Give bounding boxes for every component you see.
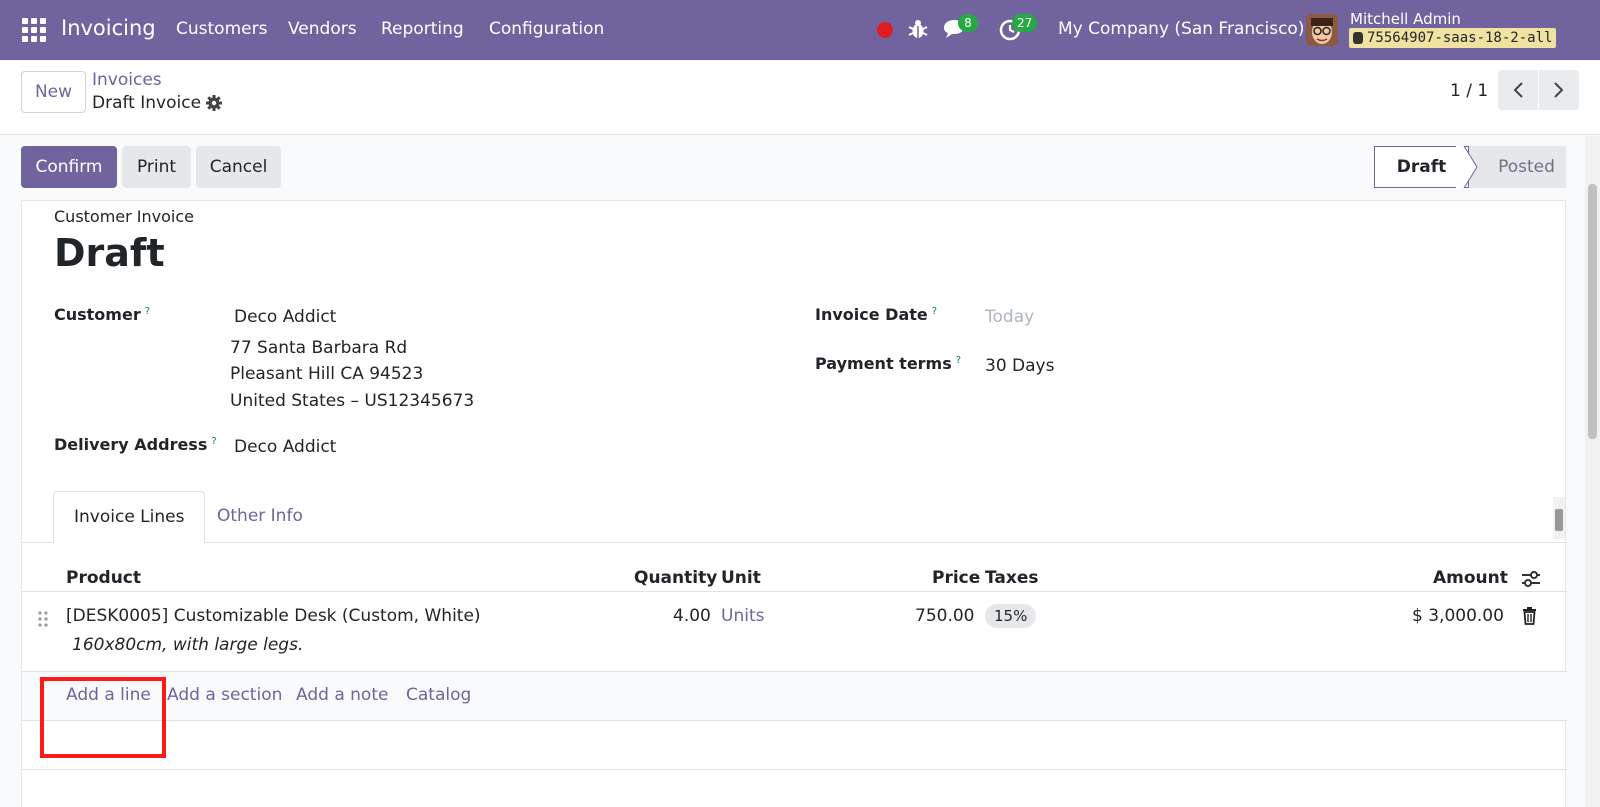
activities-badge: 27 — [1012, 14, 1038, 32]
invoice-date-field[interactable]: Today — [985, 307, 1034, 327]
drag-handle-icon[interactable] — [37, 610, 49, 628]
app-menu-icon[interactable] — [22, 18, 46, 42]
column-unit[interactable]: Unit — [721, 568, 761, 588]
catalog-link[interactable]: Catalog — [406, 685, 471, 705]
top-navbar: Invoicing Customers Vendors Reporting Co… — [0, 0, 1600, 60]
add-note-link[interactable]: Add a note — [296, 685, 388, 705]
avatar[interactable] — [1306, 14, 1338, 46]
help-icon[interactable]: ? — [932, 306, 937, 317]
chevron-right-icon — [1554, 82, 1564, 98]
help-icon[interactable]: ? — [145, 306, 150, 317]
menu-configuration[interactable]: Configuration — [489, 19, 604, 39]
page-title: Draft — [54, 231, 165, 275]
table-header-divider — [22, 591, 1567, 592]
tab-other-info[interactable]: Other Info — [197, 491, 323, 543]
messages-badge: 8 — [958, 14, 978, 32]
pager-previous-button[interactable] — [1498, 70, 1538, 110]
help-icon[interactable]: ? — [211, 436, 216, 447]
chevron-left-icon — [1513, 82, 1523, 98]
status-draft[interactable]: Draft — [1374, 146, 1469, 188]
scrollbar-thumb[interactable] — [1588, 184, 1597, 439]
line-description[interactable]: 160x80cm, with large legs. — [72, 635, 303, 655]
customer-field[interactable]: Deco Addict — [234, 307, 336, 327]
breadcrumb-invoices[interactable]: Invoices — [92, 70, 162, 90]
breadcrumb-current: Draft Invoice — [92, 93, 202, 113]
optional-columns-icon[interactable] — [1521, 570, 1541, 588]
action-bar: Confirm Print Cancel Posted Draft — [0, 136, 1600, 198]
payment-terms-label: Payment terms? — [815, 354, 962, 373]
add-line-row: Add a line Add a section Add a note Cata… — [22, 671, 1567, 721]
add-section-link[interactable]: Add a section — [167, 685, 282, 705]
tabs-scrollbar[interactable] — [1553, 497, 1565, 539]
notebook-tabs: Invoice Lines Other Info — [22, 491, 1567, 544]
table-empty-row-divider — [22, 769, 1567, 770]
line-product[interactable]: [DESK0005] Customizable Desk (Custom, Wh… — [66, 606, 481, 626]
column-amount[interactable]: Amount — [1433, 568, 1508, 588]
customer-address-line: United States – US12345673 — [230, 391, 475, 411]
payment-terms-field[interactable]: 30 Days — [985, 356, 1054, 376]
pager-next-button[interactable] — [1539, 70, 1579, 110]
status-posted[interactable]: Posted — [1469, 146, 1566, 188]
pager-value[interactable]: 1 / 1 — [1450, 81, 1488, 101]
confirm-button[interactable]: Confirm — [21, 146, 117, 188]
customer-address-line: 77 Santa Barbara Rd — [230, 338, 408, 358]
line-amount: $ 3,000.00 — [1412, 606, 1504, 626]
user-name[interactable]: Mitchell Admin — [1350, 10, 1461, 28]
trash-icon[interactable] — [1522, 607, 1537, 625]
database-tag: 75564907-saas-18-2-all — [1349, 28, 1557, 48]
database-icon — [1353, 32, 1363, 44]
cancel-button[interactable]: Cancel — [196, 146, 281, 188]
invoice-date-label: Invoice Date? — [815, 305, 938, 324]
line-price[interactable]: 750.00 — [915, 606, 974, 626]
customer-address-line: Pleasant Hill CA 94523 — [230, 364, 424, 384]
menu-vendors[interactable]: Vendors — [288, 19, 357, 39]
database-name: 75564907-saas-18-2-all — [1367, 30, 1553, 46]
record-icon[interactable] — [877, 22, 893, 38]
status-bar: Posted Draft — [1374, 146, 1566, 188]
menu-customers[interactable]: Customers — [176, 19, 267, 39]
column-product[interactable]: Product — [66, 568, 141, 588]
customer-label: Customer? — [54, 305, 151, 324]
column-quantity[interactable]: Quantity — [634, 568, 717, 588]
line-unit[interactable]: Units — [721, 606, 764, 626]
control-panel: New Invoices Draft Invoice 1 / 1 — [0, 60, 1600, 135]
print-button[interactable]: Print — [122, 146, 191, 188]
document-type: Customer Invoice — [54, 207, 195, 226]
company-switcher[interactable]: My Company (San Francisco) — [1058, 19, 1304, 39]
gear-icon[interactable] — [205, 94, 223, 112]
column-price[interactable]: Price — [932, 568, 980, 588]
highlight-annotation — [40, 677, 166, 758]
line-quantity[interactable]: 4.00 — [673, 606, 711, 626]
form-sheet: Customer Invoice Draft Customer? Deco Ad… — [21, 200, 1567, 807]
page-scrollbar[interactable] — [1585, 136, 1600, 807]
tax-badge[interactable]: 15% — [985, 604, 1037, 628]
help-icon[interactable]: ? — [956, 355, 961, 366]
tab-invoice-lines[interactable]: Invoice Lines — [53, 491, 206, 544]
delivery-address-field[interactable]: Deco Addict — [234, 437, 336, 457]
status-arrow — [1456, 146, 1478, 188]
bug-icon[interactable] — [908, 18, 928, 40]
column-taxes[interactable]: Taxes — [985, 568, 1039, 588]
delivery-address-label: Delivery Address? — [54, 435, 217, 454]
app-name[interactable]: Invoicing — [61, 16, 156, 40]
menu-reporting[interactable]: Reporting — [381, 19, 464, 39]
new-button[interactable]: New — [21, 71, 86, 113]
